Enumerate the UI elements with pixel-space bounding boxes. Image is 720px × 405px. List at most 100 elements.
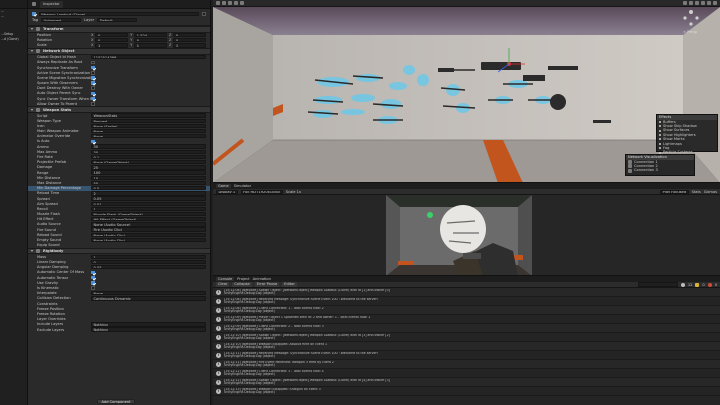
inspector-property-row[interactable]: Fire Sound Fire (Audio Clip) [28, 227, 210, 232]
add-component-button[interactable]: Add Component [97, 399, 135, 404]
editor-dropdown[interactable]: Editor [282, 282, 297, 287]
property-field[interactable]: 0 [91, 259, 206, 265]
property-field[interactable]: WeaponStats [91, 113, 206, 118]
scale-tool-icon[interactable] [234, 1, 238, 5]
console-log-entry[interactable]: ! [15:22:10] [Netcode] Spawn Object: [Net… [213, 333, 720, 342]
property-field[interactable]: 30 [91, 144, 206, 149]
inspector-property-row[interactable]: Empty Sound None (Audio Clip) [28, 237, 210, 243]
gizmos-toggle-icon[interactable] [713, 1, 717, 5]
display-dropdown[interactable]: Display 1 [216, 189, 238, 194]
property-field[interactable]: 0.01 [91, 201, 206, 206]
property-field[interactable]: 100 [91, 170, 206, 175]
inspector-property-row[interactable]: Fire Rate 0.1 [28, 154, 210, 160]
inspector-property-row[interactable]: Recoil 1 [28, 206, 210, 212]
console-search-input[interactable] [637, 282, 678, 287]
game-render[interactable] [213, 195, 720, 276]
property-field[interactable]: None (Audio Clip) [91, 232, 206, 238]
property-field[interactable]: Hit Effect (GameObject) [91, 217, 206, 222]
rect-tool-icon[interactable] [240, 1, 244, 5]
tab-game[interactable]: Game [216, 184, 231, 188]
inspector-property-row[interactable]: Aim Spread 0.01 [28, 201, 210, 206]
property-checkbox[interactable] [91, 81, 95, 85]
inspector-property-row[interactable]: Icon None (Sprite) [28, 123, 210, 129]
inspector-property-row[interactable]: Damage 25 [28, 165, 210, 170]
inspector-property-row[interactable]: Script WeaponStats [28, 113, 210, 118]
property-checkbox[interactable] [91, 275, 95, 280]
hand-tool-icon[interactable] [216, 1, 220, 5]
audio-toggle-icon[interactable] [701, 1, 705, 5]
axis-z-field[interactable]: 0 [173, 38, 207, 43]
axis-x-field[interactable]: 1 [95, 43, 129, 48]
property-checkbox[interactable] [91, 91, 95, 96]
info-count-icon[interactable] [680, 282, 685, 287]
axis-x-field[interactable]: 0 [95, 38, 129, 43]
transform-row[interactable]: Position X 0 Y 1.524 Z 0 [28, 32, 210, 38]
lighting-toggle-icon[interactable] [695, 1, 699, 5]
console-log-entry[interactable]: ! [15:22:12] [Netcode] Client Connected: … [213, 369, 720, 378]
property-checkbox[interactable] [91, 76, 95, 80]
inspector-property-row[interactable]: Range 100 [28, 170, 210, 175]
inspector-property-row[interactable]: Spread 0.05 [28, 196, 210, 201]
property-checkbox[interactable] [91, 270, 95, 275]
layer-dropdown[interactable]: Default [97, 18, 138, 23]
property-checkbox[interactable] [91, 139, 95, 144]
property-field[interactable]: 1 [91, 206, 206, 212]
console-log-entry[interactable]: ! [15:22:09] [Netcode] Client Connected: … [213, 324, 720, 333]
inspector-property-row[interactable]: Include Layers Nothing [28, 322, 210, 327]
axis-x-field[interactable]: 0 [95, 32, 129, 38]
console-log-entry[interactable]: ! [15:22:13] [Netcode] Weapon Equipped: S… [213, 387, 720, 396]
property-field[interactable]: 0.05 [91, 265, 206, 270]
property-field[interactable]: None [91, 128, 206, 134]
property-field[interactable]: Fire (Audio Clip) [91, 227, 206, 232]
error-count-icon[interactable] [707, 282, 712, 287]
inspector-property-row[interactable]: Hit Effect Hit Effect (GameObject) [28, 217, 210, 222]
axis-y-field[interactable]: 1 [134, 43, 167, 48]
inspector-property-row[interactable]: Angular Damping 0.05 [28, 265, 210, 270]
axis-y-field[interactable]: 1.524 [134, 32, 167, 38]
console-log-entry[interactable]: ! [15:22:11] [Netcode] Fire Event Receive… [213, 360, 720, 369]
tab-animation[interactable]: Animation [253, 277, 271, 281]
console-log-list[interactable]: ! [15:22:08] [Netcode] Spawn Object: [Net… [213, 288, 720, 396]
property-field[interactable]: Muzzle Flash (GameObject) [91, 211, 206, 217]
object-name-field[interactable]: Weapon Loadout (Clone) [38, 11, 200, 16]
property-checkbox[interactable] [91, 65, 95, 70]
axis-y-field[interactable]: 0 [134, 38, 167, 43]
property-field[interactable]: 1 [91, 254, 206, 260]
hierarchy-item[interactable]: ... [0, 14, 27, 19]
clear-button[interactable]: Clear [216, 282, 230, 287]
tab-project[interactable]: Project [237, 277, 249, 281]
console-log-entry[interactable]: ! [15:22:11] [Netcode] Received Message: … [213, 351, 720, 360]
move-tool-icon[interactable] [222, 1, 226, 5]
property-checkbox[interactable] [91, 86, 95, 91]
property-field[interactable]: None [91, 134, 206, 139]
tab-console[interactable]: Console [216, 277, 235, 281]
property-field[interactable]: Ranged [91, 118, 206, 123]
axis-z-field[interactable]: 0 [173, 32, 207, 38]
inspector-property-row[interactable]: Ammo 30 [28, 144, 210, 149]
effects-toggle-icon[interactable] [707, 1, 711, 5]
inspector-property-row[interactable]: Weapon Type Ranged [28, 118, 210, 123]
rotate-tool-icon[interactable] [228, 1, 232, 5]
axis-z-field[interactable]: 1 [173, 43, 207, 48]
console-log-entry[interactable]: ! [15:22:08] [Netcode] Client Connected: … [213, 306, 720, 315]
inspector-property-row[interactable]: Min Distance 10 [28, 175, 210, 180]
inspector-property-row[interactable]: Projectile Prefab None (GameObject) [28, 160, 210, 165]
property-field[interactable]: None (GameObject) [91, 160, 206, 165]
property-field[interactable]: 50 [91, 180, 206, 186]
error-pause-button[interactable]: Error Pause [254, 282, 280, 287]
object-active-checkbox[interactable] [32, 11, 36, 16]
property-field[interactable]: 0.1 [91, 154, 206, 160]
property-field[interactable]: None (Sprite) [91, 123, 206, 129]
shading-mode-icon[interactable] [683, 1, 687, 5]
game-view[interactable]: Game Simulator Display 1 Full HD (1920x1… [213, 183, 720, 276]
tab-simulator[interactable]: Simulator [234, 184, 251, 188]
inspector-property-row[interactable]: Interpolate None [28, 291, 210, 296]
property-field[interactable]: Nothing [91, 322, 206, 327]
property-field[interactable]: Nothing [91, 327, 206, 332]
property-checkbox[interactable] [91, 281, 95, 285]
console-log-entry[interactable]: ! [15:22:10] [Netcode] Weapon Equipped: A… [213, 342, 720, 351]
property-checkbox[interactable] [91, 70, 95, 75]
inspector-property-row[interactable]: Reload Time 2 [28, 191, 210, 196]
foldout-arrow-icon[interactable] [31, 250, 33, 253]
console-log-entry[interactable]: ! [15:22:08] [Netcode] Spawn Object: [Net… [213, 288, 720, 297]
